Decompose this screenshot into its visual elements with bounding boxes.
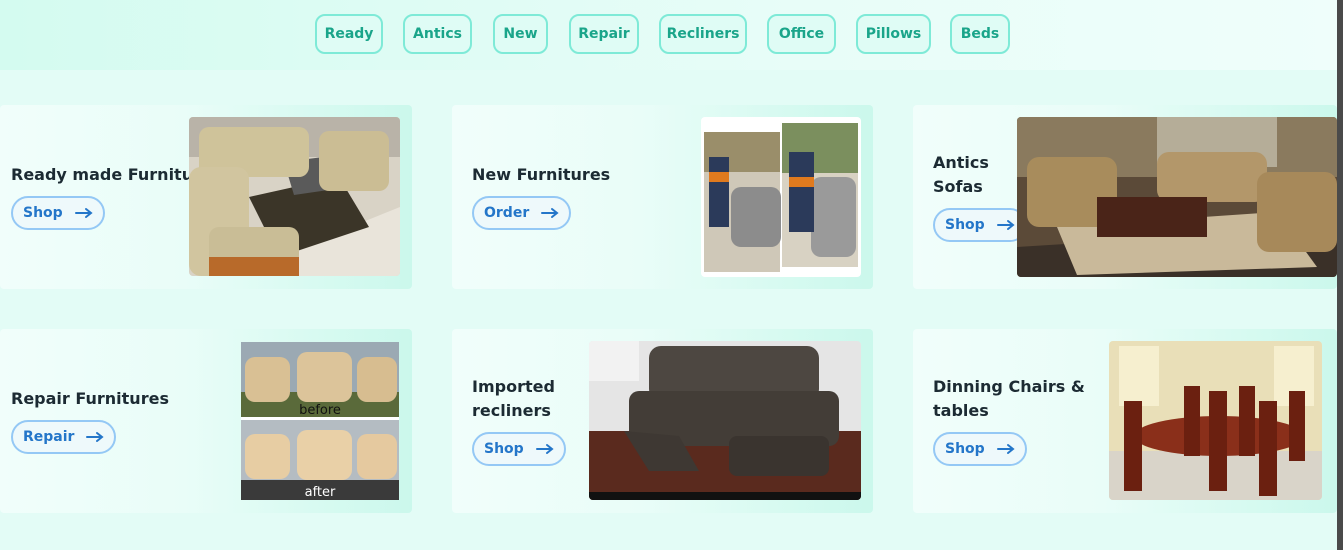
card-dining: Dinning Chairs & tables Shop: [913, 329, 1337, 513]
shop-button[interactable]: Shop: [933, 208, 1027, 242]
card-title-line: Antics: [933, 153, 989, 172]
card-title-line: Dinning Chairs &: [933, 377, 1085, 396]
button-label: Shop: [945, 441, 985, 457]
pill-antics[interactable]: Antics: [403, 14, 472, 54]
card-repair: Repair Furnitures Repair before after: [0, 329, 412, 513]
arrow-right-icon: [535, 444, 554, 454]
arrow-right-icon: [996, 220, 1015, 230]
shop-button[interactable]: Shop: [933, 432, 1027, 466]
card-title-line: Sofas: [933, 177, 983, 196]
arrow-right-icon: [74, 208, 93, 218]
card-title: Imported recliners: [472, 375, 555, 423]
card-new: New Furnitures Order: [452, 105, 873, 289]
pill-recliners[interactable]: Recliners: [659, 14, 747, 54]
recliner-sofa-image: [589, 341, 861, 500]
card-ready-made: Ready made Furnitures Shop: [0, 105, 412, 289]
card-title: Repair Furnitures: [11, 389, 169, 408]
sofa-set-image: [189, 117, 400, 276]
order-button[interactable]: Order: [472, 196, 572, 230]
button-label: Shop: [945, 217, 985, 233]
pill-ready[interactable]: Ready: [315, 14, 383, 54]
button-label: Repair: [23, 429, 75, 445]
workers-upholstering-image: [701, 117, 861, 277]
shop-button[interactable]: Shop: [11, 196, 105, 230]
card-title: Antics Sofas: [933, 151, 989, 199]
card-title: New Furnitures: [472, 165, 611, 184]
shop-button[interactable]: Shop: [472, 432, 566, 466]
after-caption: after: [305, 485, 336, 500]
button-label: Shop: [23, 205, 63, 221]
pill-office[interactable]: Office: [767, 14, 836, 54]
dining-set-image: [1109, 341, 1322, 500]
card-title-line: Imported: [472, 377, 555, 396]
pill-new[interactable]: New: [493, 14, 548, 54]
pill-repair[interactable]: Repair: [569, 14, 639, 54]
before-after-image: before after: [241, 342, 399, 500]
arrow-right-icon: [86, 432, 105, 442]
antique-sofas-image: [1017, 117, 1337, 277]
card-title: Dinning Chairs & tables: [933, 375, 1085, 423]
pill-beds[interactable]: Beds: [950, 14, 1010, 54]
button-label: Shop: [484, 441, 524, 457]
pill-pillows[interactable]: Pillows: [856, 14, 931, 54]
card-title-line: tables: [933, 401, 989, 420]
before-caption: before: [299, 403, 341, 418]
repair-button[interactable]: Repair: [11, 420, 117, 454]
scrollbar[interactable]: [1337, 0, 1343, 550]
card-antics: Antics Sofas Shop: [913, 105, 1337, 289]
button-label: Order: [484, 205, 530, 221]
arrow-right-icon: [541, 208, 559, 218]
card-recliners: Imported recliners Shop: [452, 329, 873, 513]
card-title-line: recliners: [472, 401, 551, 420]
arrow-right-icon: [996, 444, 1015, 454]
